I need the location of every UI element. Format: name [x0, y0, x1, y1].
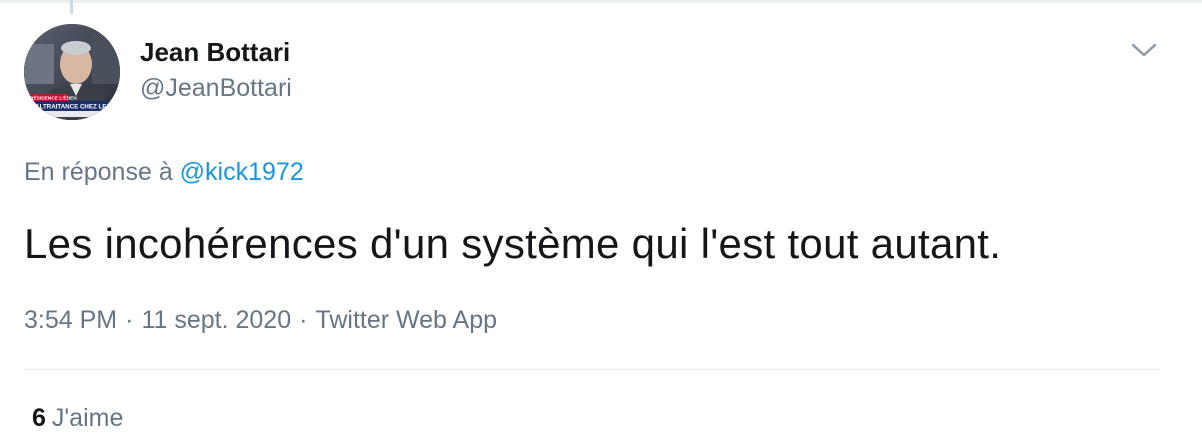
top-border [0, 0, 1202, 3]
tweet-text: Les incohérences d'un système qui l'est … [24, 220, 1002, 267]
reply-mention-link[interactable]: @kick1972 [180, 158, 304, 186]
chevron-down-icon [1131, 43, 1157, 57]
thread-connector-line [70, 0, 73, 14]
divider [24, 369, 1160, 370]
author-block[interactable]: Jean Bottari @JeanBottari [140, 36, 292, 104]
tweet-menu-button[interactable] [1130, 40, 1158, 60]
tweet-date[interactable]: 11 sept. 2020 [141, 304, 291, 336]
likes-count: 6 [32, 404, 46, 432]
avatar[interactable]: RÉSIDENCE L'ÉDEN MALTRAITANCE CHEZ LES [24, 24, 120, 120]
likes-stat[interactable]: 6 J'aime [32, 402, 123, 434]
author-display-name[interactable]: Jean Bottari [140, 36, 292, 68]
tweet-source[interactable]: Twitter Web App [315, 304, 497, 336]
tweet-card: RÉSIDENCE L'ÉDEN MALTRAITANCE CHEZ LES J… [0, 0, 1202, 438]
likes-label: J'aime [51, 404, 124, 432]
tweet-time[interactable]: 3:54 PM [24, 304, 117, 336]
tweet-metadata: 3:54 PM · 11 sept. 2020 · Twitter Web App [24, 304, 497, 336]
avatar-caption-main: MALTRAITANCE CHEZ LES [30, 104, 111, 111]
reply-prefix: En réponse à [24, 158, 173, 186]
avatar-image: RÉSIDENCE L'ÉDEN MALTRAITANCE CHEZ LES [24, 24, 120, 120]
meta-separator: · [125, 306, 134, 334]
reply-context: En réponse à @kick1972 [24, 156, 304, 188]
author-handle[interactable]: @JeanBottari [140, 72, 292, 104]
meta-separator: · [299, 306, 308, 334]
